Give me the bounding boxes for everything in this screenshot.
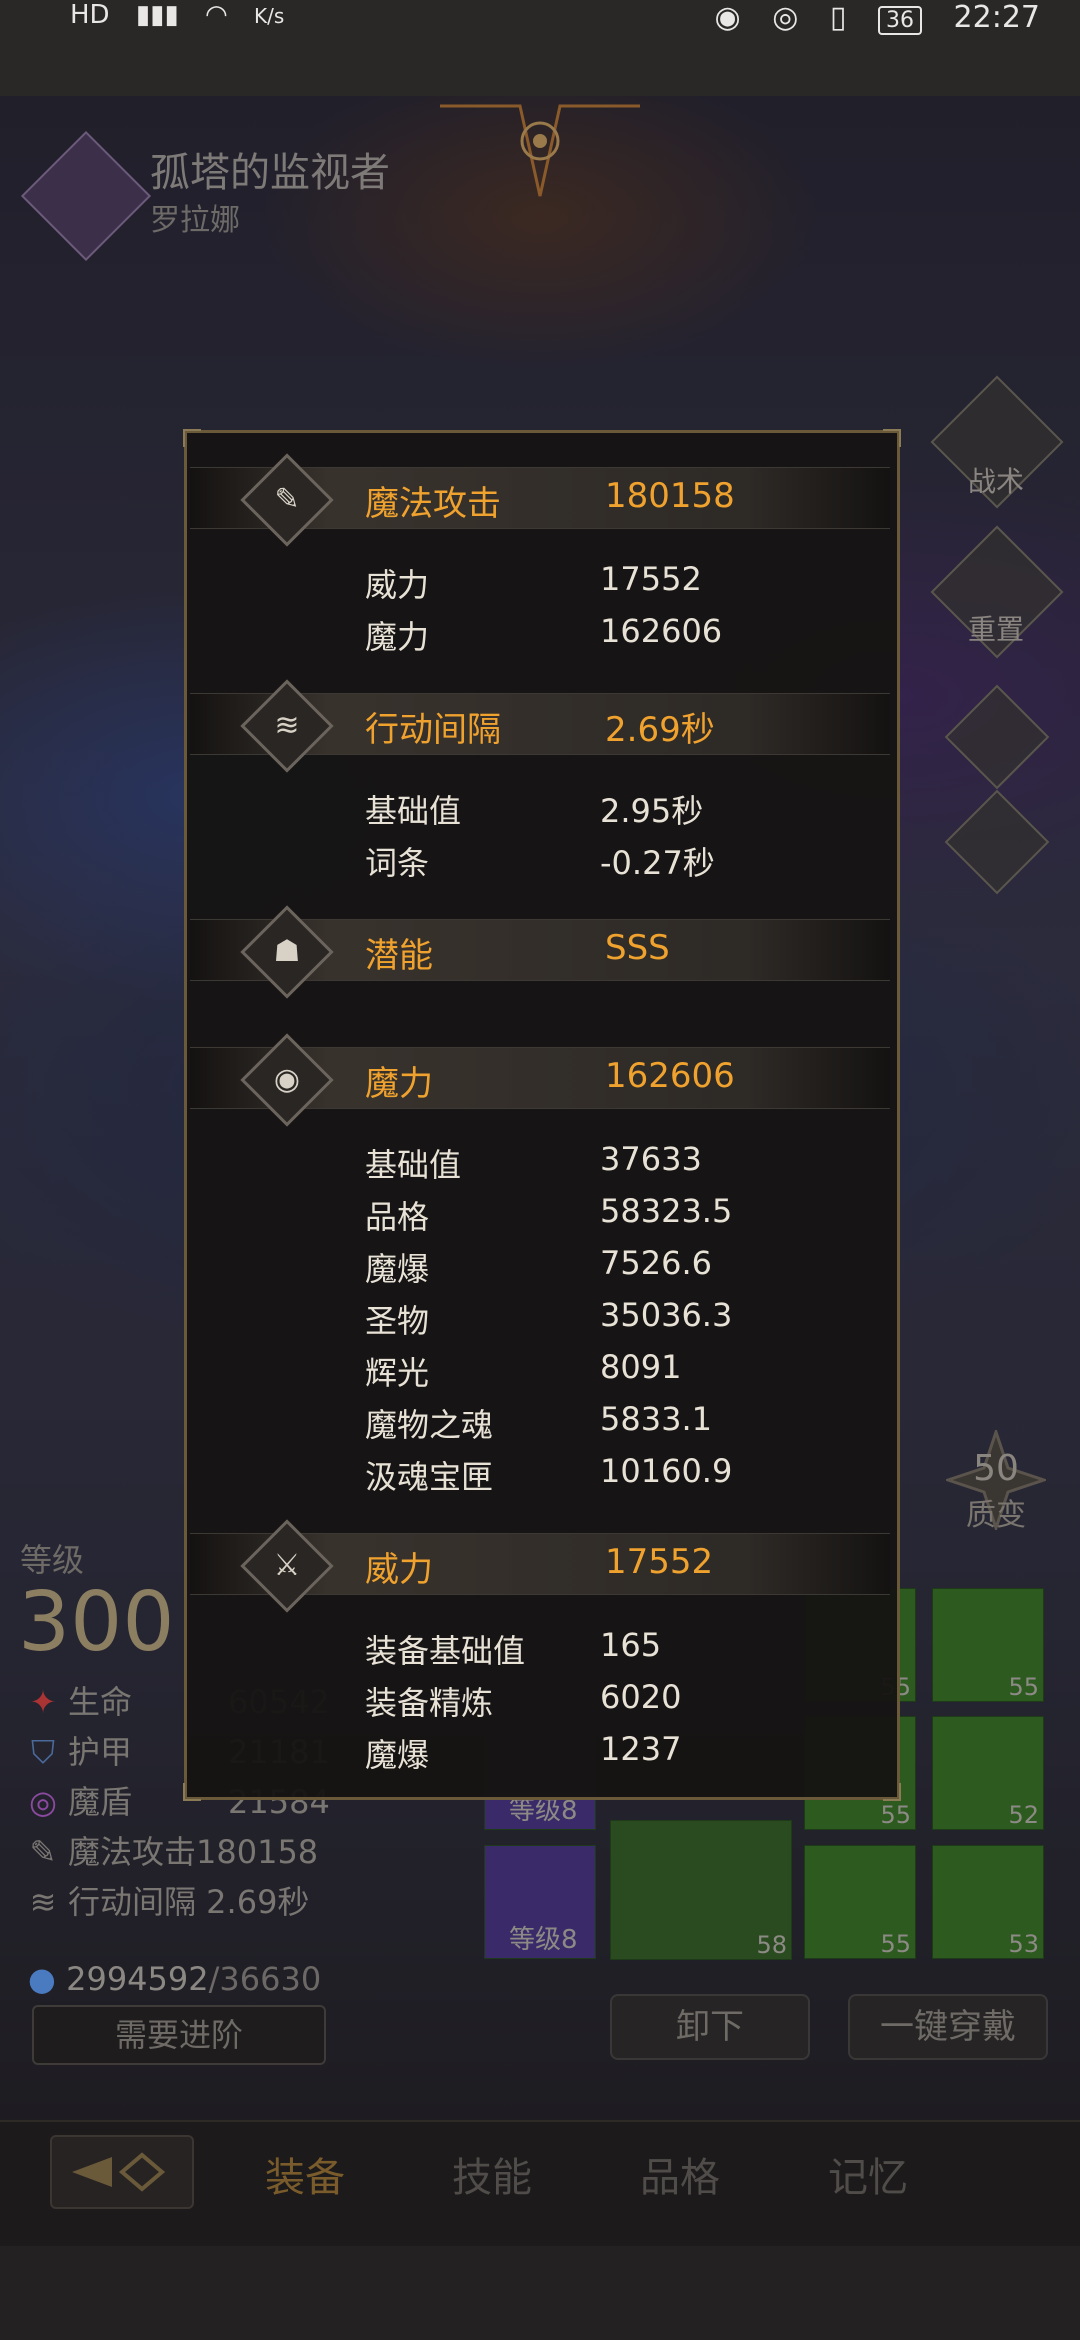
equip-slot[interactable]: 55 bbox=[804, 1845, 916, 1959]
reset-label: 重置 bbox=[968, 613, 1025, 646]
section-value: SSS bbox=[605, 928, 670, 968]
corner-ornament bbox=[883, 429, 901, 447]
crest-ornament-icon bbox=[440, 104, 640, 197]
equip-slot-purple[interactable]: 等级8 bbox=[484, 1845, 596, 1959]
need-advance-button[interactable]: 需要进阶 bbox=[32, 2005, 326, 2065]
back-button[interactable] bbox=[50, 2135, 194, 2209]
row-label: 汲魂宝匣 bbox=[365, 1458, 494, 1496]
exp-max: /36630 bbox=[208, 1960, 322, 1998]
row-value: -0.27秒 bbox=[600, 844, 715, 882]
row-label: 装备基础值 bbox=[365, 1632, 526, 1670]
corner-ornament bbox=[183, 1783, 201, 1801]
row-label: 品格 bbox=[365, 1198, 430, 1236]
quality-badge[interactable]: 50 质变 bbox=[943, 1427, 1049, 1533]
back-arrow-icon bbox=[72, 2152, 166, 2192]
magic-attack-icon: ✎ bbox=[29, 1833, 57, 1871]
hero-title: 孤塔的监视者 bbox=[150, 150, 390, 196]
tactics-label: 战术 bbox=[968, 465, 1025, 498]
equip-slot[interactable]: 52 bbox=[932, 1716, 1044, 1830]
row-value: 58323.5 bbox=[600, 1192, 733, 1230]
speed-icon: ≋ bbox=[29, 1883, 57, 1921]
shield-icon: ◎ bbox=[29, 1783, 57, 1821]
tab-skills[interactable]: 技能 bbox=[452, 2145, 532, 2203]
row-label: 圣物 bbox=[365, 1302, 430, 1340]
quality-value: 50 bbox=[973, 1448, 1019, 1489]
bottom-strip bbox=[0, 2246, 1080, 2340]
row-value: 8091 bbox=[600, 1348, 682, 1386]
stat-action-interval: ≋ 行动间隔 2.69秒 bbox=[28, 1880, 310, 1924]
signal-icon: ▮▮▮ bbox=[135, 0, 179, 30]
equip-slot-weapon[interactable]: 58 bbox=[610, 1820, 792, 1960]
battery-icon: 36 bbox=[877, 6, 922, 35]
section-name: 魔法攻击 bbox=[365, 484, 501, 524]
stat-magic-attack: ✎ 魔法攻击180158 bbox=[28, 1830, 319, 1874]
stat-shield: ◎ 魔盾 21584 bbox=[28, 1780, 330, 1824]
row-value: 5833.1 bbox=[600, 1400, 712, 1438]
eye-icon: ◉ bbox=[714, 0, 741, 35]
row-value: 162606 bbox=[600, 612, 723, 650]
section-value: 162606 bbox=[605, 1056, 735, 1096]
corner-ornament bbox=[183, 429, 201, 447]
row-value: 165 bbox=[600, 1626, 662, 1664]
row-value: 2.95秒 bbox=[600, 792, 704, 830]
tab-character[interactable]: 品格 bbox=[640, 2145, 720, 2203]
armor-icon: ⛉ bbox=[30, 1733, 55, 1771]
equip-all-button[interactable]: 一键穿戴 bbox=[848, 1994, 1048, 2060]
section-name: 威力 bbox=[365, 1550, 433, 1590]
section-name: 行动间隔 bbox=[365, 710, 501, 750]
row-label: 魔物之魂 bbox=[365, 1406, 494, 1444]
row-label: 辉光 bbox=[365, 1354, 430, 1392]
row-value: 35036.3 bbox=[600, 1296, 733, 1334]
section-value: 180158 bbox=[605, 476, 735, 516]
row-label: 魔爆 bbox=[365, 1250, 430, 1288]
quality-label: 质变 bbox=[966, 1498, 1026, 1533]
section-name: 潜能 bbox=[365, 936, 433, 976]
row-value: 17552 bbox=[600, 560, 702, 598]
tab-equipment[interactable]: 装备 bbox=[265, 2145, 345, 2203]
status-left: HD ▮▮▮ ◠ K/s bbox=[70, 0, 302, 30]
hero-name: 罗拉娜 bbox=[150, 203, 240, 238]
clock: 22:27 bbox=[953, 0, 1040, 35]
level-value: 300 bbox=[18, 1575, 175, 1670]
stat-life: ✦生命60542 bbox=[28, 1680, 330, 1724]
life-icon: ✦ bbox=[29, 1683, 57, 1721]
section-name: 魔力 bbox=[365, 1064, 433, 1104]
stat-armor: ⛉护甲21181 bbox=[28, 1730, 330, 1774]
row-label: 魔爆 bbox=[365, 1736, 430, 1774]
hd-icon: HD bbox=[70, 0, 110, 30]
row-value: 10160.9 bbox=[600, 1452, 733, 1490]
row-value: 1237 bbox=[600, 1730, 682, 1768]
exp-icon: ● bbox=[28, 1960, 56, 1998]
corner-ornament bbox=[883, 1783, 901, 1801]
tab-memory[interactable]: 记忆 bbox=[828, 2145, 908, 2203]
status-right: ◉ ◎ ▯ 36 22:27 bbox=[692, 0, 1040, 35]
wifi-icon: ◠ bbox=[205, 0, 228, 30]
section-value: 17552 bbox=[605, 1542, 714, 1582]
row-value: 7526.6 bbox=[600, 1244, 712, 1282]
exp-counter: ● 2994592/36630 bbox=[28, 1960, 321, 1998]
vibrate-icon: ▯ bbox=[829, 0, 847, 35]
alarm-icon: ◎ bbox=[772, 0, 799, 35]
equip-slot[interactable]: 55 bbox=[932, 1588, 1044, 1702]
row-value: 6020 bbox=[600, 1678, 682, 1716]
section-value: 2.69秒 bbox=[605, 710, 715, 750]
row-label: 基础值 bbox=[365, 1146, 462, 1184]
row-label: 魔力 bbox=[365, 618, 430, 656]
equip-slot[interactable]: 53 bbox=[932, 1845, 1044, 1959]
exp-current: 2994592 bbox=[66, 1960, 209, 1998]
row-label: 词条 bbox=[365, 844, 430, 882]
unequip-button[interactable]: 卸下 bbox=[610, 1994, 810, 2060]
status-bar: HD ▮▮▮ ◠ K/s ◉ ◎ ▯ 36 22:27 bbox=[0, 0, 1080, 96]
row-label: 威力 bbox=[365, 566, 430, 604]
row-label: 装备精炼 bbox=[365, 1684, 494, 1722]
row-value: 37633 bbox=[600, 1140, 702, 1178]
network-speed: K/s bbox=[254, 4, 285, 28]
row-label: 基础值 bbox=[365, 792, 462, 830]
